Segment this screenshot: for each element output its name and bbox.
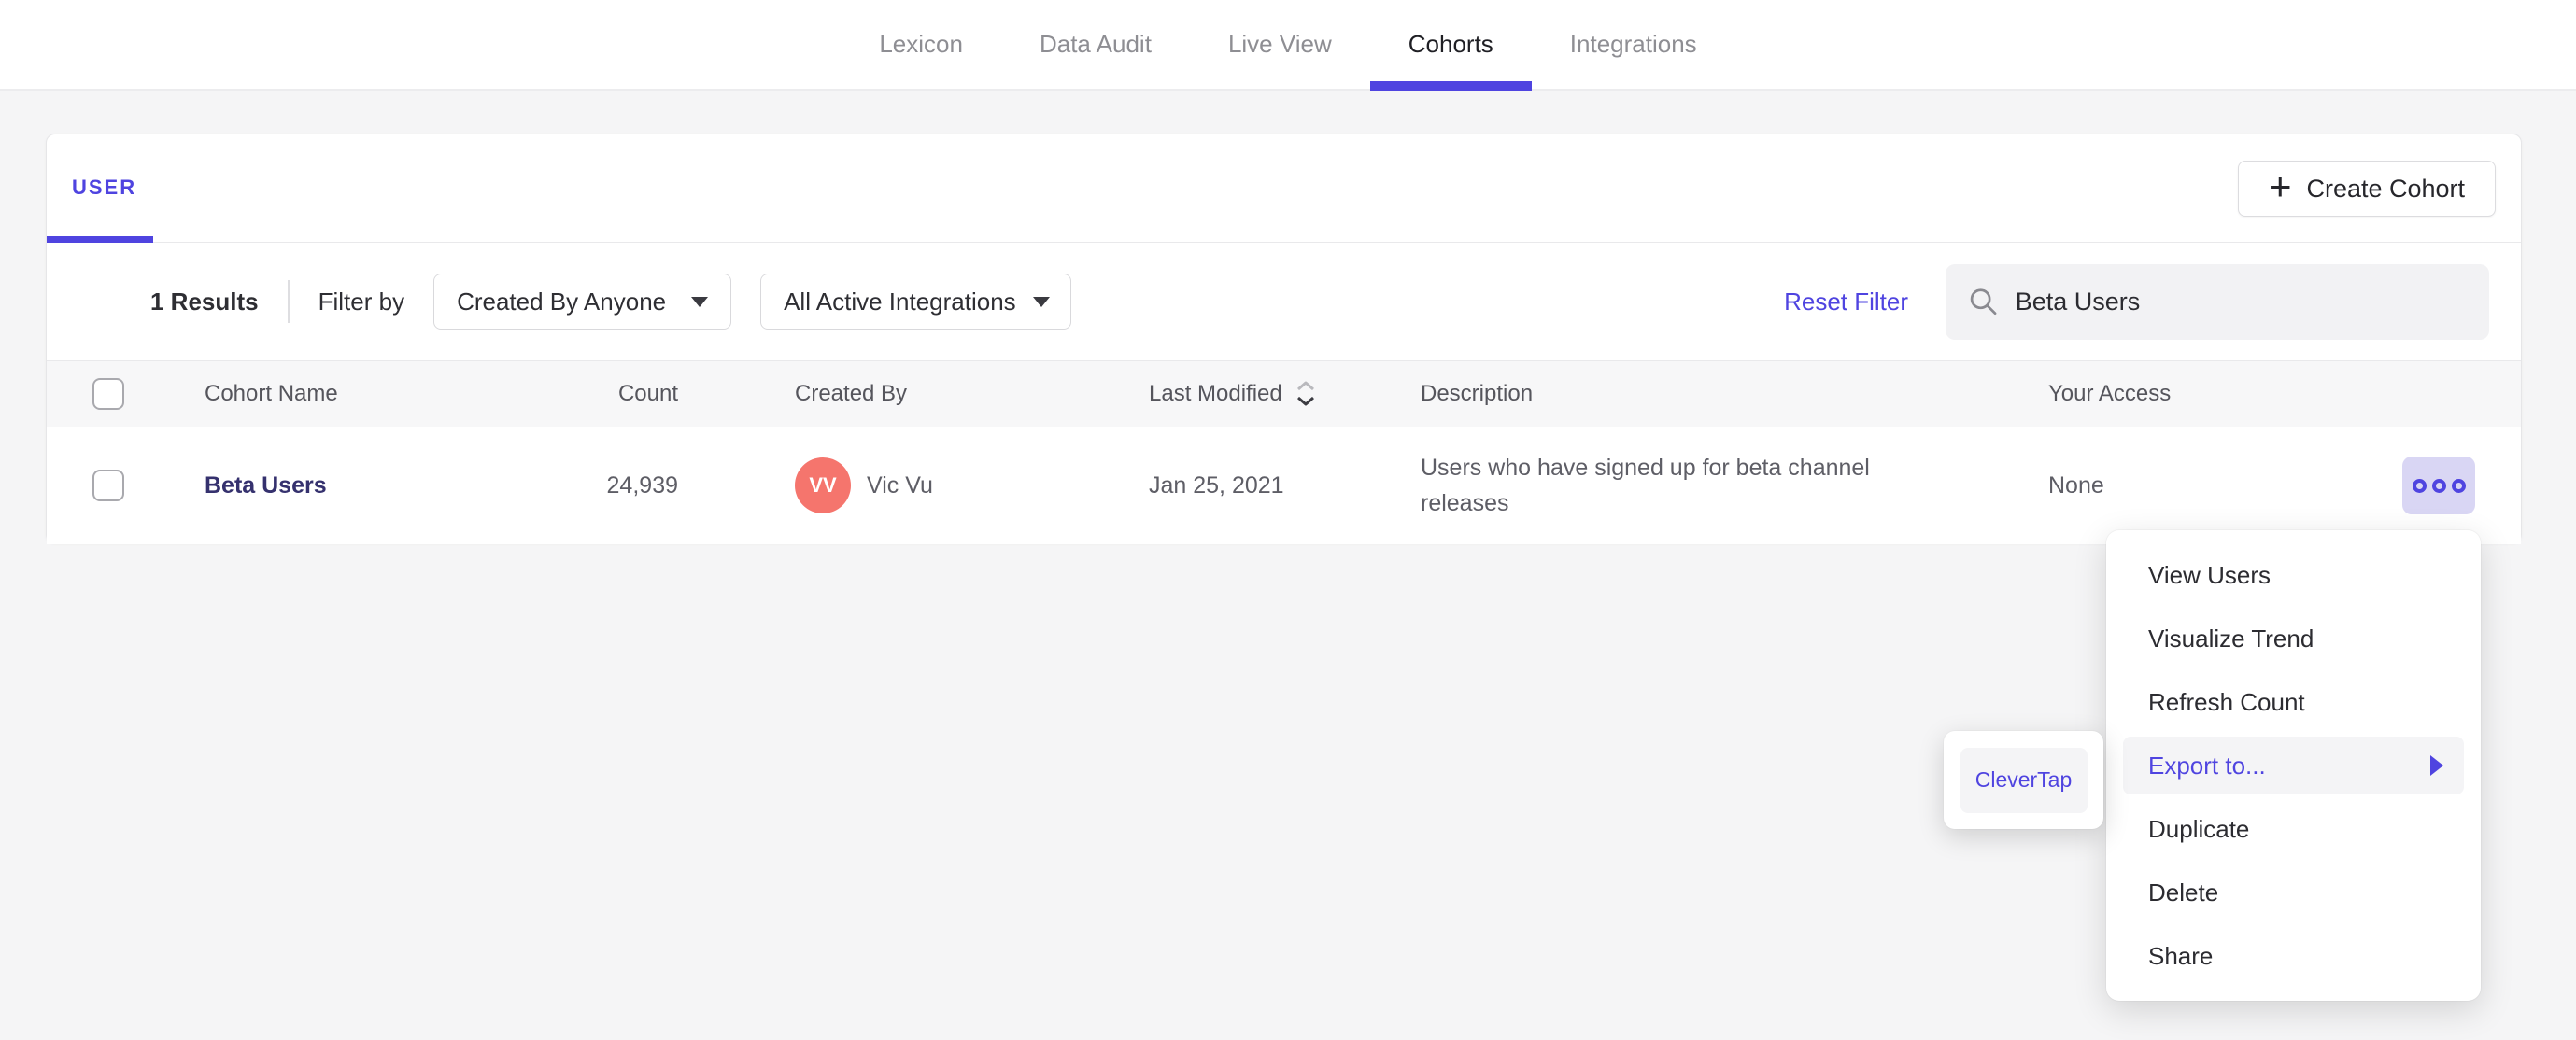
search-icon bbox=[1970, 288, 1997, 316]
created-by-dropdown-value: Created By Anyone bbox=[457, 287, 667, 316]
creator-name: Vic Vu bbox=[867, 471, 933, 499]
integrations-dropdown-value: All Active Integrations bbox=[784, 287, 1016, 316]
menu-item-export-to[interactable]: Export to... bbox=[2123, 737, 2464, 794]
header-your-access: Your Access bbox=[2048, 381, 2172, 406]
cohorts-panel: USER + Create Cohort 1 Results Filter by… bbox=[46, 134, 2522, 544]
row-last-modified-cell: Jan 25, 2021 bbox=[1149, 471, 1284, 499]
top-nav: Lexicon Data Audit Live View Cohorts Int… bbox=[0, 0, 2576, 91]
submenu-arrow-icon bbox=[2430, 755, 2443, 776]
created-by-dropdown[interactable]: Created By Anyone bbox=[433, 274, 732, 330]
caret-down-icon bbox=[1032, 296, 1050, 307]
export-submenu: CleverTap bbox=[1944, 731, 2103, 829]
row-checkbox-cell bbox=[47, 470, 159, 501]
header-last-modified-label: Last Modified bbox=[1149, 381, 1282, 406]
more-options-icon bbox=[2451, 478, 2466, 493]
tab-user[interactable]: USER bbox=[72, 176, 136, 200]
avatar: VV bbox=[795, 457, 851, 513]
row-access-cell: None bbox=[2048, 471, 2104, 499]
header-checkbox-cell bbox=[47, 378, 159, 410]
caret-down-icon bbox=[691, 296, 709, 307]
header-description: Description bbox=[1421, 381, 1534, 406]
table-header-row: Cohort Name Count Created By Last Modifi… bbox=[47, 361, 2521, 427]
row-count-cell: 24,939 bbox=[606, 471, 678, 499]
menu-item-export-to-label: Export to... bbox=[2148, 751, 2266, 780]
header-created-by: Created By bbox=[795, 381, 908, 406]
menu-item-view-users[interactable]: View Users bbox=[2106, 543, 2481, 607]
select-all-checkbox[interactable] bbox=[92, 378, 124, 410]
filter-divider bbox=[287, 280, 290, 323]
nav-tab-cohorts[interactable]: Cohorts bbox=[1369, 0, 1532, 91]
plus-icon: + bbox=[2268, 163, 2292, 208]
row-name-cell: Beta Users bbox=[159, 472, 466, 499]
more-options-icon bbox=[2412, 478, 2427, 493]
integrations-dropdown[interactable]: All Active Integrations bbox=[760, 274, 1072, 330]
menu-item-share[interactable]: Share bbox=[2106, 924, 2481, 988]
tab-user-underline bbox=[47, 236, 153, 243]
row-description-cell: Users who have signed up for beta channe… bbox=[1421, 455, 1870, 516]
header-count: Count bbox=[617, 381, 678, 406]
nav-tab-live-view[interactable]: Live View bbox=[1190, 0, 1370, 89]
reset-filter-link[interactable]: Reset Filter bbox=[1784, 288, 1908, 316]
search-input[interactable] bbox=[2013, 286, 2467, 317]
results-count: 1 Results bbox=[150, 287, 259, 316]
panel-tab-row: USER + Create Cohort bbox=[47, 134, 2521, 243]
header-cohort-name: Cohort Name bbox=[205, 381, 338, 406]
row-actions-cell bbox=[2402, 457, 2521, 514]
nav-tab-data-audit[interactable]: Data Audit bbox=[1001, 0, 1190, 89]
sort-icon[interactable] bbox=[1294, 379, 1318, 409]
row-created-by-cell: VV Vic Vu bbox=[678, 457, 1149, 513]
submenu-item-clevertap[interactable]: CleverTap bbox=[1960, 747, 2088, 813]
nav-tab-integrations[interactable]: Integrations bbox=[1532, 0, 1735, 89]
filter-by-label: Filter by bbox=[318, 287, 405, 316]
create-cohort-button[interactable]: + Create Cohort bbox=[2238, 161, 2496, 217]
menu-item-refresh-count[interactable]: Refresh Count bbox=[2106, 670, 2481, 734]
search-box[interactable] bbox=[1946, 263, 2489, 340]
filter-bar: 1 Results Filter by Created By Anyone Al… bbox=[47, 243, 2521, 361]
nav-tab-lexicon[interactable]: Lexicon bbox=[841, 0, 1001, 89]
more-options-button[interactable] bbox=[2402, 457, 2475, 514]
create-cohort-label: Create Cohort bbox=[2306, 174, 2466, 203]
menu-item-delete[interactable]: Delete bbox=[2106, 861, 2481, 924]
more-options-icon bbox=[2431, 478, 2446, 493]
menu-item-visualize-trend[interactable]: Visualize Trend bbox=[2106, 607, 2481, 670]
table-row: Beta Users 24,939 VV Vic Vu Jan 25, 2021… bbox=[47, 427, 2521, 544]
menu-item-duplicate[interactable]: Duplicate bbox=[2106, 797, 2481, 861]
row-checkbox[interactable] bbox=[92, 470, 124, 501]
cohort-context-menu: View Users Visualize Trend Refresh Count… bbox=[2106, 530, 2481, 1001]
header-last-modified[interactable]: Last Modified bbox=[1149, 379, 1421, 409]
cohort-name-link[interactable]: Beta Users bbox=[205, 472, 327, 499]
